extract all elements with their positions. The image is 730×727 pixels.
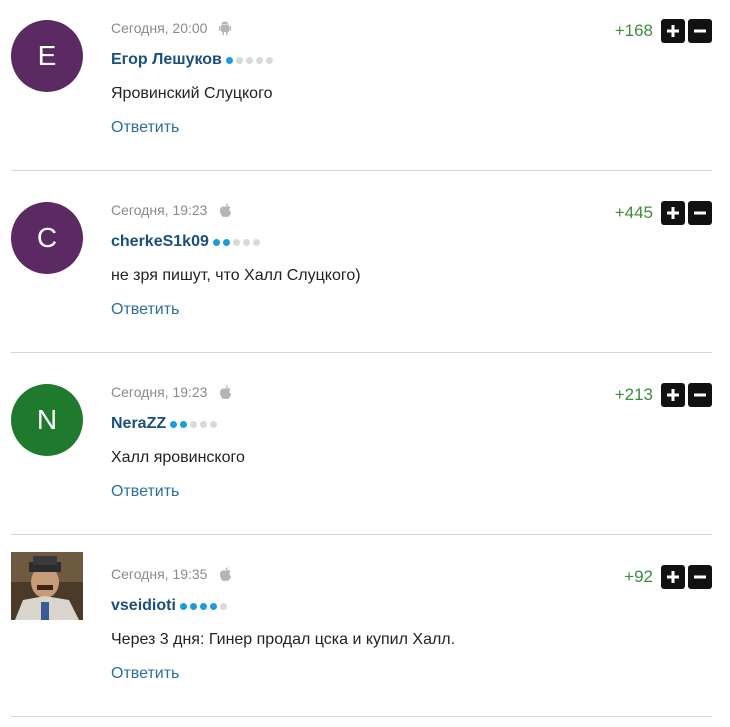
comment-meta: Сегодня, 19:23 [111,202,232,218]
downvote-button[interactable] [688,201,712,225]
score: +213 [614,385,653,404]
comment-text: не зря пишут, что Халл Слуцкого) [111,267,361,284]
downvote-button[interactable] [688,383,712,407]
score: +92 [624,567,653,586]
rank-dots [225,56,273,64]
apple-icon [219,202,232,218]
upvote-button[interactable] [661,383,685,407]
downvote-button[interactable] [688,565,712,589]
avatar[interactable]: E [11,20,83,92]
score: +168 [614,21,653,40]
author-name[interactable]: cherkeS1k09 [111,233,209,251]
plus-icon [667,25,679,37]
comment-meta: Сегодня, 19:23 [111,384,232,400]
avatar[interactable] [11,552,83,620]
author-name[interactable]: Егор Лешуков [111,51,222,69]
author-line: NeraZZ [111,415,218,433]
upvote-button[interactable] [661,19,685,43]
rating: +445 [615,201,712,225]
comment-meta: Сегодня, 19:35 [111,566,232,582]
rating: +213 [615,383,712,407]
author-line: cherkeS1k09 [111,233,260,251]
rating: +92 [624,565,712,589]
apple-icon [219,566,232,582]
reply-link[interactable]: Ответить [111,665,179,683]
rank-dots [170,420,218,428]
android-icon [219,21,232,35]
rank-dots [179,602,227,610]
author-name[interactable]: vseidioti [111,597,176,615]
upvote-button[interactable] [661,201,685,225]
author-name[interactable]: NeraZZ [111,415,166,433]
comment-text: Халл яровинского [111,449,245,466]
avatar[interactable]: N [11,384,83,456]
comment-time: Сегодня, 19:23 [111,202,208,218]
rating: +168 [615,19,712,43]
score: +445 [614,203,653,222]
comment-time: Сегодня, 19:23 [111,384,208,400]
comment-time: Сегодня, 20:00 [111,20,208,36]
minus-icon [694,575,706,579]
upvote-button[interactable] [661,565,685,589]
reply-link[interactable]: Ответить [111,301,179,319]
plus-icon [667,571,679,583]
minus-icon [694,211,706,215]
author-line: vseidioti [111,597,227,615]
plus-icon [667,207,679,219]
reply-link[interactable]: Ответить [111,483,179,501]
downvote-button[interactable] [688,19,712,43]
divider [11,352,712,353]
minus-icon [694,393,706,397]
author-line: Егор Лешуков [111,51,273,69]
comment-time: Сегодня, 19:35 [111,566,208,582]
reply-link[interactable]: Ответить [111,119,179,137]
divider [11,534,712,535]
minus-icon [694,29,706,33]
apple-icon [219,384,232,400]
avatar[interactable]: C [11,202,83,274]
rank-dots [212,238,260,246]
comment-text: Яровинский Слуцкого [111,85,273,102]
comment-text: Через 3 дня: Гинер продал цска и купил Х… [111,631,456,648]
divider [11,716,712,717]
plus-icon [667,389,679,401]
avatar-photo [11,552,83,620]
divider [11,170,712,171]
comment-meta: Сегодня, 20:00 [111,20,232,36]
